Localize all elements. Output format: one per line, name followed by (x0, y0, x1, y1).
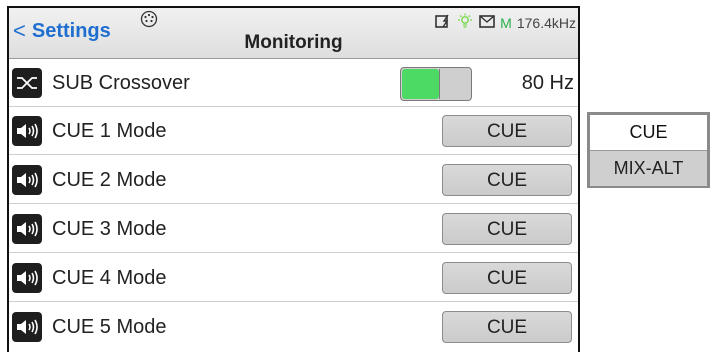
row-label: CUE 5 Mode (52, 316, 167, 338)
crossover-icon (12, 68, 42, 98)
settings-row-sub-crossover: SUB Crossover 80 Hz (9, 59, 578, 107)
row-label: CUE 2 Mode (52, 169, 167, 191)
cue-3-mode-button[interactable]: CUE (442, 213, 572, 245)
speaker-icon (12, 116, 42, 146)
speaker-icon (12, 165, 42, 195)
cue-4-mode-button[interactable]: CUE (442, 262, 572, 294)
cue-5-mode-button[interactable]: CUE (442, 311, 572, 343)
settings-row-cue-2: CUE 2 Mode CUE (9, 156, 578, 204)
speaker-icon (12, 214, 42, 244)
row-label: CUE 4 Mode (52, 267, 167, 289)
toggle-divider (439, 69, 440, 99)
header-bar: < Settings Monitoring M 176.4kHz (9, 8, 578, 59)
crossover-frequency[interactable]: 80 Hz (522, 59, 574, 107)
row-label: SUB Crossover (52, 72, 190, 94)
settings-row-cue-3: CUE 3 Mode CUE (9, 205, 578, 253)
mode-options-popup: CUE MIX-ALT (587, 112, 710, 188)
option-cue[interactable]: CUE (590, 115, 707, 151)
speaker-icon (12, 312, 42, 342)
m-indicator: M (500, 14, 512, 31)
row-label: CUE 3 Mode (52, 218, 167, 240)
mail-icon (479, 14, 495, 31)
settings-row-cue-1: CUE 1 Mode CUE (9, 107, 578, 155)
option-mix-alt[interactable]: MIX-ALT (590, 151, 707, 186)
toggle-on-segment (402, 69, 439, 99)
battery-charging-icon (435, 14, 451, 31)
row-label: CUE 1 Mode (52, 120, 167, 142)
sample-rate: 176.4kHz (516, 14, 576, 31)
light-bulb-icon (456, 13, 474, 32)
page: < Settings Monitoring M 176.4kHz SUB Cro… (0, 0, 712, 352)
speaker-icon (12, 263, 42, 293)
settings-row-cue-5: CUE 5 Mode CUE (9, 303, 578, 351)
connector-icon (140, 10, 158, 33)
cue-2-mode-button[interactable]: CUE (442, 164, 572, 196)
status-area: M 176.4kHz (435, 13, 576, 32)
sub-crossover-toggle[interactable] (400, 67, 472, 101)
cue-1-mode-button[interactable]: CUE (442, 115, 572, 147)
page-title: Monitoring (244, 32, 343, 53)
monitoring-panel: < Settings Monitoring M 176.4kHz SUB Cro… (7, 6, 580, 352)
settings-row-cue-4: CUE 4 Mode CUE (9, 254, 578, 302)
